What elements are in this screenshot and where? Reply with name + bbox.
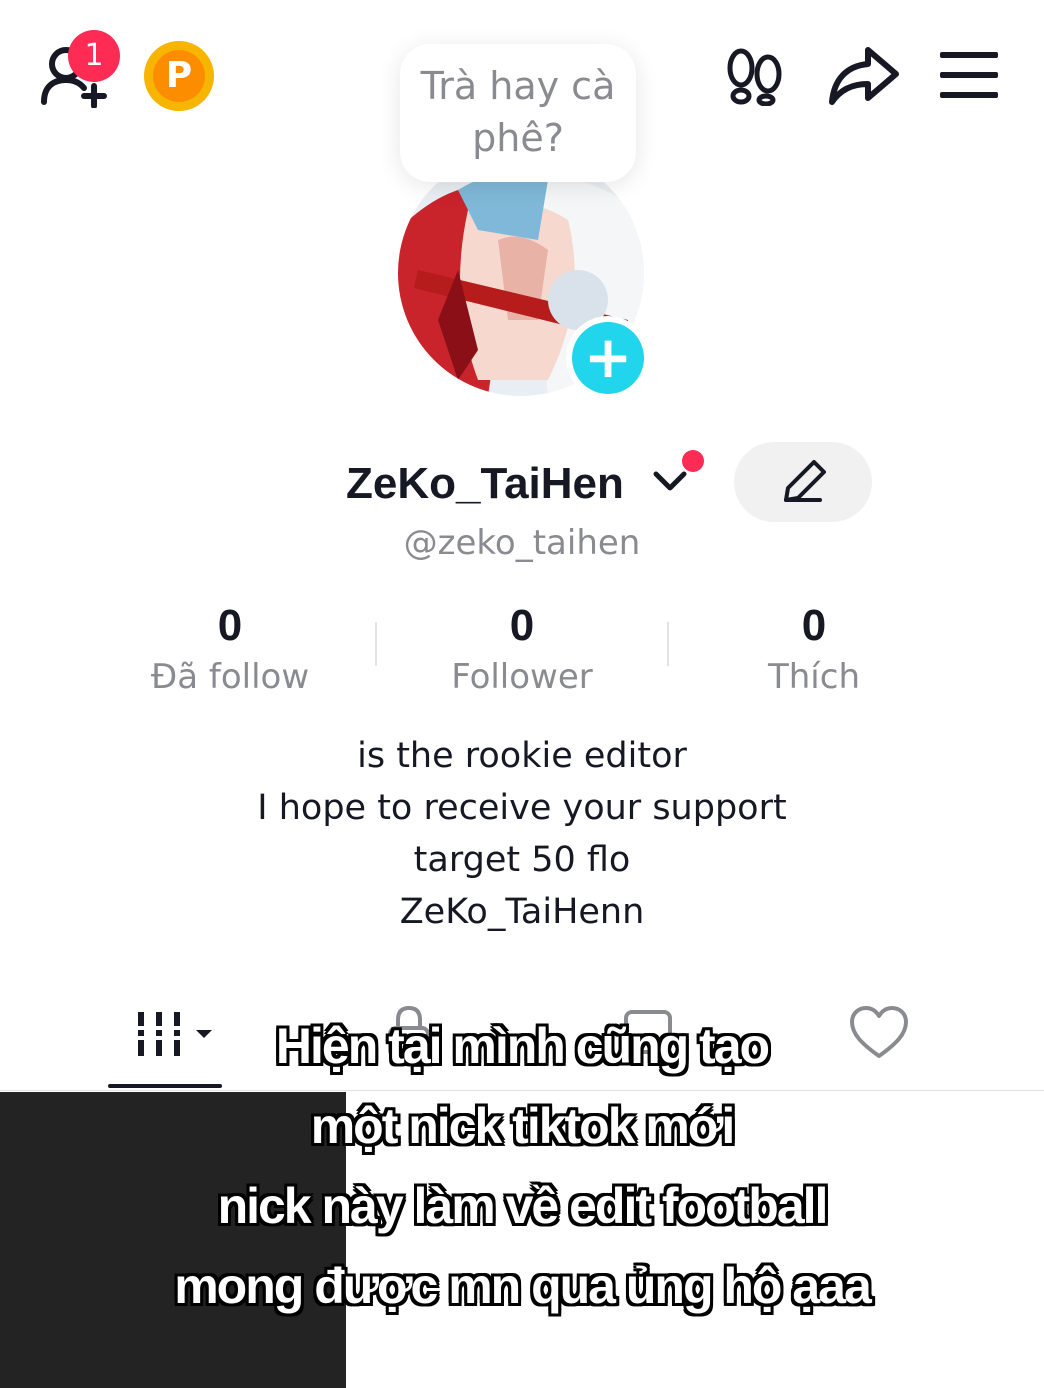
menu-icon [940, 52, 998, 58]
bio[interactable]: is the rookie editor I hope to receive y… [0, 730, 1044, 938]
stat-followers[interactable]: 0 Follower [392, 598, 652, 700]
caption-line: nick này làm về edit football [217, 1178, 829, 1234]
stat-likes-value: 0 [801, 601, 827, 650]
edit-pencil-icon [784, 460, 826, 502]
footprint-icon [727, 48, 782, 107]
note-line-1: Trà hay cà [420, 64, 616, 108]
display-name-row[interactable]: ZeKo_TaiHen [346, 452, 624, 516]
coin-label: P [153, 50, 205, 102]
profile-views-button[interactable] [724, 46, 786, 107]
stat-divider [375, 622, 377, 666]
stat-followers-value: 0 [509, 601, 535, 650]
stat-following-label: Đã follow [150, 657, 310, 697]
stat-following[interactable]: 0 Đã follow [100, 598, 360, 700]
bio-line: ZeKo_TaiHenn [399, 892, 645, 932]
account-notification-dot [682, 450, 704, 472]
display-name: ZeKo_TaiHen [346, 459, 624, 508]
plus-icon: + [572, 322, 644, 394]
stat-likes-label: Thích [767, 657, 860, 697]
stat-followers-label: Follower [451, 657, 593, 697]
stat-following-value: 0 [217, 601, 243, 650]
username: @zeko_taihen [403, 523, 641, 563]
edit-profile-button[interactable] [734, 442, 872, 522]
share-icon [829, 47, 899, 105]
chevron-down-icon [653, 471, 687, 491]
caption-line: Hiện tại mình cũng tạo [275, 1018, 770, 1074]
video-caption: Hiện tại mình cũng tạo một nick tiktok m… [0, 1006, 1044, 1326]
coin-button[interactable]: P [144, 41, 214, 111]
stat-likes[interactable]: 0 Thích [684, 598, 944, 700]
menu-button[interactable] [940, 52, 998, 100]
note-line-2: phê? [472, 116, 564, 160]
bio-line: is the rookie editor [357, 736, 687, 776]
share-profile-button[interactable] [828, 44, 900, 108]
bio-line: I hope to receive your support [257, 788, 787, 828]
profile-note-bubble[interactable]: Trà hay cà phê? [400, 44, 636, 182]
stat-divider [667, 622, 669, 666]
caption-line: mong được mn qua ủng hộ ạaa [174, 1258, 872, 1314]
add-avatar-button[interactable]: + [566, 316, 650, 400]
bio-line: target 50 flo [413, 840, 631, 880]
notification-badge: 1 [68, 30, 120, 82]
account-switch-button[interactable] [650, 466, 690, 496]
caption-line: một nick tiktok mới [310, 1098, 736, 1154]
